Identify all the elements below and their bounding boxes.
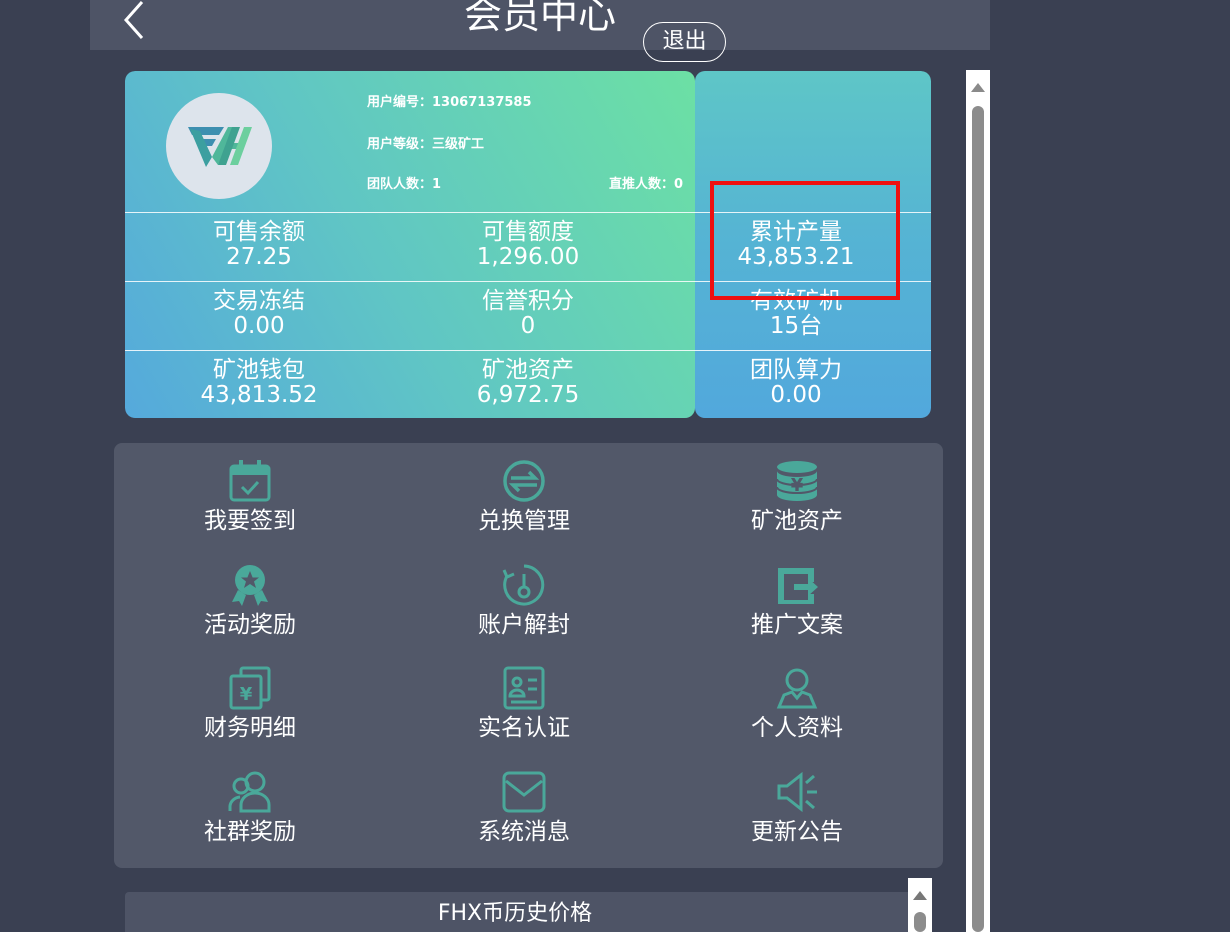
user-level-value: 三级矿工: [432, 137, 485, 152]
page-title: 会员中心: [463, 0, 616, 37]
stat-team-hashrate: 团队算力 0.00: [666, 358, 926, 408]
stat-value: 1,296.00: [476, 244, 580, 270]
id-card-icon: [503, 666, 545, 710]
highlight-annotation-box: [710, 181, 900, 300]
user-id-value: 13067137585: [432, 95, 532, 110]
menu-label: 兑换管理: [478, 508, 570, 534]
menu-item-checkin[interactable]: 我要签到: [150, 458, 350, 548]
scrollbar-thumb[interactable]: [914, 912, 926, 932]
menu-label: 系统消息: [478, 819, 570, 845]
stat-label: 可售余额: [213, 219, 305, 245]
price-history-title: FHX币历史价格: [437, 901, 593, 926]
envelope-icon: [502, 771, 546, 813]
avatar: [166, 93, 272, 199]
user-id-line: 用户编号：13067137585: [367, 91, 532, 110]
menu-label: 更新公告: [751, 819, 843, 845]
stat-label: 团队算力: [750, 357, 842, 383]
share-export-icon: [778, 568, 818, 604]
menu-label: 推广文案: [751, 612, 843, 638]
calendar-check-icon: [229, 460, 271, 502]
menu-item-promotion[interactable]: 推广文案: [697, 562, 897, 652]
stat-label: 交易冻结: [213, 288, 305, 314]
menu-label: 社群奖励: [204, 819, 296, 845]
direct-count-label: 直推人数：: [609, 177, 675, 192]
stat-pool-wallet: 矿池钱包 43,813.52: [129, 358, 389, 408]
menu-item-system-messages[interactable]: 系统消息: [424, 769, 624, 859]
stat-value: 43,813.52: [200, 382, 318, 408]
scroll-up-arrow-icon[interactable]: [913, 891, 927, 900]
menu-item-pool-assets[interactable]: ¥ 矿池资产: [697, 458, 897, 548]
stat-value: 6,972.75: [476, 382, 580, 408]
megaphone-icon: [777, 771, 817, 813]
unlock-key-icon: [502, 564, 545, 606]
header-bar: 会员中心: [90, 0, 990, 50]
stat-pool-assets: 矿池资产 6,972.75: [398, 358, 658, 408]
menu-item-announcements[interactable]: 更新公告: [697, 769, 897, 859]
exchange-icon: [503, 460, 545, 502]
user-level-line: 用户等级：三级矿工: [367, 133, 484, 152]
direct-count-value: 0: [674, 177, 684, 192]
stat-label: 矿池钱包: [213, 357, 305, 383]
svg-text:¥: ¥: [240, 684, 253, 705]
stat-sellable-balance: 可售余额 27.25: [129, 220, 389, 270]
stat-trade-frozen: 交易冻结 0.00: [129, 289, 389, 339]
team-count-value: 1: [432, 177, 442, 192]
stat-value: 0: [520, 313, 536, 339]
award-badge-icon: [232, 565, 268, 606]
price-history-panel: FHX币历史价格: [125, 892, 931, 932]
menu-label: 活动奖励: [204, 612, 296, 638]
user-level-label: 用户等级：: [367, 137, 433, 152]
menu-label: 我要签到: [204, 508, 296, 534]
history-scrollbar[interactable]: [908, 878, 932, 932]
coin-stack-icon: ¥: [776, 461, 818, 501]
stat-value: 0.00: [233, 313, 285, 339]
divider: [125, 350, 931, 351]
menu-item-account-unlock[interactable]: 账户解封: [424, 562, 624, 652]
stat-sellable-quota: 可售额度 1,296.00: [398, 220, 658, 270]
yuan-ledger-icon: ¥: [229, 666, 271, 710]
stat-credit-points: 信誉积分 0: [398, 289, 658, 339]
menu-label: 账户解封: [478, 612, 570, 638]
stat-label: 可售额度: [482, 219, 574, 245]
svg-text:¥: ¥: [791, 475, 804, 496]
team-count-label: 团队人数：: [367, 177, 433, 192]
page-scrollbar[interactable]: [966, 70, 990, 932]
scroll-up-arrow-icon[interactable]: [971, 83, 985, 92]
stat-label: 信誉积分: [482, 288, 574, 314]
menu-label: 实名认证: [478, 715, 570, 741]
menu-label: 财务明细: [204, 715, 296, 741]
menu-panel: 我要签到 兑换管理 ¥ 矿池资产 活动奖励 账户解封 推广文案 ¥ 财务明细 实…: [114, 443, 943, 868]
fhx-logo-icon: [188, 127, 252, 167]
group-users-icon: [228, 771, 271, 813]
back-arrow-icon[interactable]: [118, 0, 158, 40]
stat-value: 15台: [769, 313, 823, 339]
menu-item-finance-details[interactable]: ¥ 财务明细: [150, 665, 350, 755]
menu-item-activity-rewards[interactable]: 活动奖励: [150, 562, 350, 652]
stat-value: 0.00: [770, 382, 822, 408]
menu-item-exchange[interactable]: 兑换管理: [424, 458, 624, 548]
menu-label: 个人资料: [751, 715, 843, 741]
menu-item-real-name-auth[interactable]: 实名认证: [424, 665, 624, 755]
user-id-label: 用户编号：: [367, 95, 433, 110]
user-profile-icon: [776, 668, 818, 709]
menu-item-profile[interactable]: 个人资料: [697, 665, 897, 755]
logout-button[interactable]: 退出: [643, 22, 726, 62]
menu-item-community-rewards[interactable]: 社群奖励: [150, 769, 350, 859]
team-count-line: 团队人数：1: [367, 173, 441, 192]
stat-value: 27.25: [226, 244, 292, 270]
stat-label: 矿池资产: [482, 357, 574, 383]
scrollbar-thumb[interactable]: [972, 106, 984, 932]
menu-label: 矿池资产: [751, 508, 843, 534]
direct-count-line: 直推人数：0: [609, 173, 683, 192]
